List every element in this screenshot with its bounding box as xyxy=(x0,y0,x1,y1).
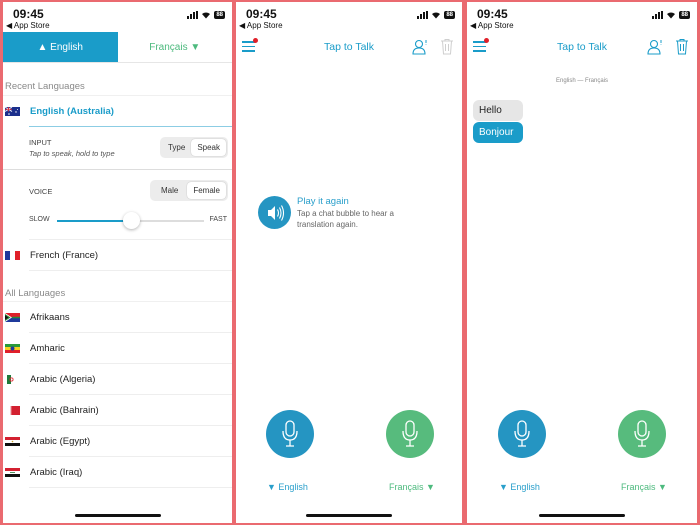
tab-target-language[interactable]: Français ▼ xyxy=(118,32,233,62)
language-row-english-australia[interactable]: English (Australia) xyxy=(3,96,232,127)
source-language-selector[interactable]: ▼ English xyxy=(499,482,540,492)
input-type-option[interactable]: Type xyxy=(162,139,191,156)
fr-flag-icon xyxy=(5,251,20,260)
conversation-header: English — Français xyxy=(555,78,609,84)
voice-segmented: Male Female xyxy=(149,180,228,201)
za-flag-icon xyxy=(5,313,20,322)
source-mic-button[interactable] xyxy=(266,410,314,458)
battery-icon: 88 xyxy=(214,11,225,19)
microphone-icon xyxy=(634,420,650,447)
input-mode-segmented: Type Speak xyxy=(159,137,228,158)
source-language-selector[interactable]: ▼ English xyxy=(267,482,308,492)
back-to-app-store[interactable]: ◀ App Store xyxy=(239,21,283,30)
voice-row: VOICE Male Female xyxy=(3,170,232,205)
battery-icon: 88 xyxy=(679,11,690,19)
tap-to-talk-empty-screen: 09:45 ◀ App Store 88 Tap to Talk Play it… xyxy=(236,2,462,523)
wifi-icon xyxy=(667,12,676,19)
voice-male-option[interactable]: Male xyxy=(152,182,187,199)
speaker-icon xyxy=(258,196,291,229)
dz-flag-icon xyxy=(7,375,15,384)
microphone-icon xyxy=(402,420,418,447)
tap-to-talk-conversation-screen: 09:45 ◀ App Store 88 Tap to Talk English… xyxy=(467,2,697,523)
person-info-icon[interactable] xyxy=(412,38,428,56)
speed-row: SLOW FAST xyxy=(3,205,232,235)
nav-title: Tap to Talk xyxy=(323,41,374,53)
status-bar: 09:45 ◀ App Store 88 xyxy=(3,2,232,32)
hint-body: Tap a chat bubble to hear a translation … xyxy=(297,209,394,229)
speed-fast-label: FAST xyxy=(209,216,227,223)
et-flag-icon xyxy=(5,344,20,353)
microphone-icon xyxy=(514,420,530,447)
input-hint: Tap to speak, hold to type xyxy=(29,149,115,158)
chat-bubble-translation[interactable]: Bonjour xyxy=(473,122,523,143)
voice-label: VOICE xyxy=(29,187,53,196)
person-info-icon[interactable] xyxy=(647,38,663,56)
hint-title: Play it again xyxy=(297,196,349,207)
language-tabs: ▲ English Français ▼ xyxy=(3,32,232,63)
recent-languages-header: Recent Languages xyxy=(3,63,232,96)
wifi-icon xyxy=(202,12,211,19)
voice-female-option[interactable]: Female xyxy=(187,182,226,199)
language-label: Arabic (Bahrain) xyxy=(30,405,99,416)
target-language-selector[interactable]: Français ▼ xyxy=(621,482,667,492)
tab-source-language[interactable]: ▲ English xyxy=(3,32,118,62)
all-languages-header: All Languages xyxy=(3,271,232,302)
status-bar: 09:45 ◀ App Store 88 xyxy=(236,2,462,32)
language-label: Amharic xyxy=(30,343,65,354)
nav-bar: Tap to Talk xyxy=(467,32,697,62)
home-indicator[interactable] xyxy=(74,514,161,517)
home-indicator[interactable] xyxy=(539,514,625,517)
trash-icon[interactable] xyxy=(675,38,689,55)
au-flag-icon xyxy=(5,107,20,116)
play-again-hint: Play it again Tap a chat bubble to hear … xyxy=(258,196,422,230)
signal-icon xyxy=(187,11,199,19)
language-row-french-france[interactable]: French (France) xyxy=(3,240,232,271)
language-settings-screen: 09:45 ◀ App Store 88 ▲ English Français … xyxy=(3,2,232,523)
signal-icon xyxy=(652,11,664,19)
language-row[interactable]: Arabic (Bahrain) xyxy=(3,395,232,426)
eg-flag-icon xyxy=(5,437,20,446)
back-to-app-store[interactable]: ◀ App Store xyxy=(470,21,514,30)
speed-slider-thumb[interactable] xyxy=(122,212,140,229)
source-mic-button[interactable] xyxy=(498,410,546,458)
microphone-icon xyxy=(282,420,298,447)
language-row[interactable]: Afrikaans xyxy=(3,302,232,333)
language-label: Arabic (Iraq) xyxy=(30,467,83,478)
battery-icon: 88 xyxy=(444,11,455,19)
target-mic-button[interactable] xyxy=(618,410,666,458)
signal-icon xyxy=(417,11,429,19)
nav-bar: Tap to Talk xyxy=(236,32,462,62)
language-row[interactable]: Arabic (Algeria) xyxy=(3,364,232,395)
status-time: 09:45 xyxy=(13,7,44,21)
language-label: Arabic (Algeria) xyxy=(30,374,96,385)
speed-slow-label: SLOW xyxy=(29,216,50,223)
home-indicator[interactable] xyxy=(306,514,392,517)
bh-flag-icon xyxy=(10,406,20,415)
speed-slider-fill xyxy=(57,220,131,222)
input-mode-row: INPUT Tap to speak, hold to type Type Sp… xyxy=(3,127,232,170)
input-speak-option[interactable]: Speak xyxy=(191,139,226,156)
status-time: 09:45 xyxy=(246,7,277,21)
status-bar: 09:45 ◀ App Store 88 xyxy=(467,2,697,32)
chat-bubble-source[interactable]: Hello xyxy=(473,100,523,121)
language-row[interactable]: Amharic xyxy=(3,333,232,364)
back-to-app-store[interactable]: ◀ App Store xyxy=(6,21,50,30)
input-label: INPUT xyxy=(29,138,52,147)
language-label: English (Australia) xyxy=(30,106,114,117)
target-language-selector[interactable]: Français ▼ xyxy=(389,482,435,492)
language-label: French (France) xyxy=(30,250,99,261)
language-row[interactable]: Arabic (Iraq) xyxy=(3,457,232,488)
language-label: Arabic (Egypt) xyxy=(30,436,91,447)
iq-flag-icon xyxy=(5,468,20,477)
target-mic-button[interactable] xyxy=(386,410,434,458)
status-time: 09:45 xyxy=(477,7,508,21)
speed-slider[interactable] xyxy=(57,212,204,229)
wifi-icon xyxy=(432,12,441,19)
language-label: Afrikaans xyxy=(30,312,70,323)
trash-icon[interactable] xyxy=(440,38,454,55)
language-row[interactable]: Arabic (Egypt) xyxy=(3,426,232,457)
